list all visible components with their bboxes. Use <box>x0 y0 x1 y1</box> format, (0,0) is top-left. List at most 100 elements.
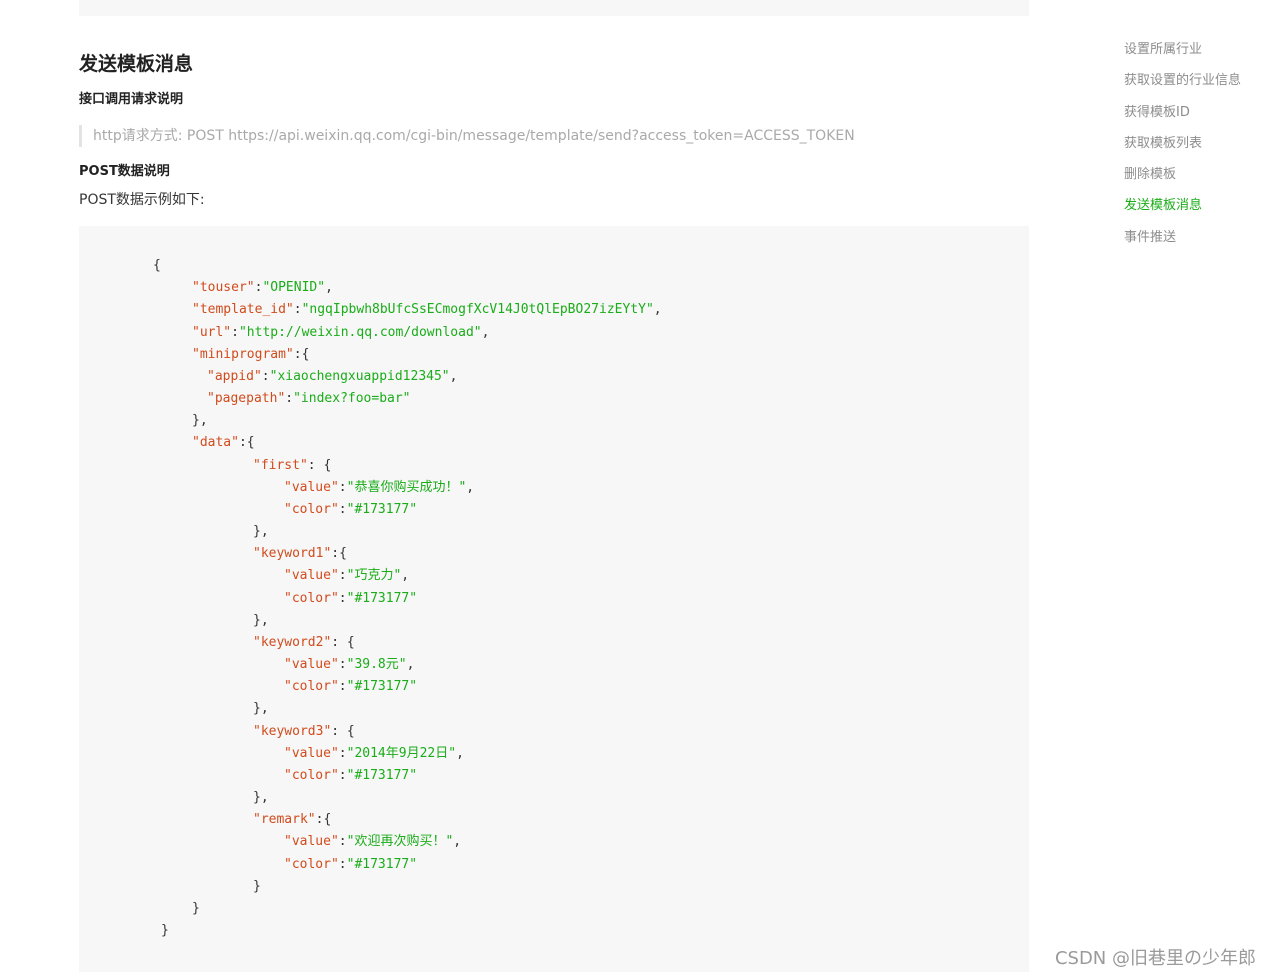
code-string: "恭喜你购买成功！" <box>346 479 467 495</box>
code-key: "touser" <box>192 280 255 296</box>
code-punctuation: }, <box>253 524 269 540</box>
code-line: "keyword3": { <box>253 721 355 743</box>
side-nav-item[interactable]: 删除模板 <box>1124 165 1264 185</box>
side-nav-item[interactable]: 发送模板消息 <box>1124 196 1264 216</box>
code-line: "value":"恭喜你购买成功！", <box>284 477 474 499</box>
code-key: "value" <box>284 568 339 584</box>
request-line: http请求方式: POST https://api.weixin.qq.com… <box>79 125 855 147</box>
code-punctuation: : { <box>307 457 332 473</box>
code-key: "miniprogram" <box>192 346 294 362</box>
code-punctuation: } <box>253 878 261 894</box>
code-key: "color" <box>284 679 339 695</box>
code-line: "value":"2014年9月22日", <box>284 743 464 765</box>
code-line: "template_id":"ngqIpbwh8bUfcSsECmogfXcV1… <box>192 299 662 321</box>
code-punctuation: :{ <box>293 346 310 362</box>
request-heading: 接口调用请求说明 <box>79 92 184 107</box>
code-sample-block: {"touser":"OPENID", "template_id":"ngqIpb… <box>79 226 1029 972</box>
code-punctuation: } <box>161 923 169 939</box>
code-punctuation: , <box>401 568 410 584</box>
code-punctuation: : <box>293 302 302 318</box>
code-line: "first": { <box>253 455 331 477</box>
code-line: "value":"巧克力", <box>284 565 409 587</box>
post-data-description: POST数据示例如下: <box>79 192 205 208</box>
code-punctuation: { <box>153 258 161 273</box>
code-key: "value" <box>284 745 339 761</box>
code-line: } <box>192 898 200 920</box>
code-string: "#173177" <box>346 767 418 783</box>
code-string: "#173177" <box>346 501 418 517</box>
code-string: "ngqIpbwh8bUfcSsECmogfXcV14J0tQlEpBO27iz… <box>301 302 654 318</box>
previous-code-block <box>79 0 1029 16</box>
code-line: "url":"http://weixin.qq.com/download", <box>192 322 489 344</box>
code-punctuation: : <box>338 590 347 606</box>
code-punctuation: , <box>653 302 662 318</box>
code-string: "巧克力" <box>346 568 402 584</box>
code-punctuation: : <box>338 568 347 584</box>
code-string: "OPENID" <box>262 280 326 296</box>
code-key: "color" <box>284 856 339 872</box>
code-punctuation: }, <box>253 790 269 806</box>
code-line: "miniprogram":{ <box>192 344 309 366</box>
code-punctuation: : <box>261 368 270 384</box>
code-line: "value":"欢迎再次购买！", <box>284 831 461 853</box>
code-line: "color":"#173177" <box>284 765 417 787</box>
code-punctuation: : <box>285 391 294 407</box>
side-nav-item[interactable]: 获得模板ID <box>1124 103 1264 123</box>
code-line: }, <box>253 698 269 720</box>
code-punctuation: :{ <box>315 812 332 828</box>
code-punctuation: , <box>481 324 490 340</box>
code-string: "xiaochengxuappid12345" <box>269 368 450 384</box>
code-key: "pagepath" <box>207 391 286 407</box>
code-punctuation: , <box>456 745 464 761</box>
code-punctuation: }, <box>253 612 269 628</box>
code-string: "欢迎再次购买！" <box>346 834 454 850</box>
code-line: "value":"39.8元", <box>284 654 414 676</box>
code-line: "data":{ <box>192 432 255 454</box>
code-punctuation: , <box>453 834 462 850</box>
code-punctuation: : <box>338 834 347 850</box>
code-key: "remark" <box>253 812 316 828</box>
code-key: "appid" <box>207 368 262 384</box>
code-punctuation: : <box>338 856 347 872</box>
code-string: "#173177" <box>346 856 418 872</box>
code-string: "2014年9月22日" <box>346 745 457 761</box>
code-line: "pagepath":"index?foo=bar" <box>207 388 411 410</box>
code-line: "keyword1":{ <box>253 543 347 565</box>
code-string: "#173177" <box>346 679 418 695</box>
code-key: "keyword3" <box>253 723 332 739</box>
code-punctuation: :{ <box>331 546 347 562</box>
code-punctuation: : <box>338 501 347 517</box>
code-line: }, <box>253 787 269 809</box>
code-key: "keyword2" <box>253 634 332 650</box>
csdn-watermark: CSDN @旧巷里の少年郎 <box>1054 948 1256 969</box>
code-string: "http://weixin.qq.com/download" <box>238 324 482 340</box>
code-string: "39.8元" <box>346 657 407 673</box>
side-nav-item[interactable]: 事件推送 <box>1124 228 1264 248</box>
code-line: } <box>253 876 261 898</box>
code-line: "keyword2": { <box>253 632 355 654</box>
code-punctuation: : <box>338 657 347 673</box>
code-punctuation: }, <box>192 413 208 429</box>
code-key: "template_id" <box>192 302 294 318</box>
code-punctuation: }, <box>253 701 269 717</box>
code-line: }, <box>253 610 269 632</box>
code-key: "keyword1" <box>253 546 332 562</box>
code-key: "color" <box>284 767 339 783</box>
code-punctuation: :{ <box>238 435 255 451</box>
code-line: "color":"#173177" <box>284 499 417 521</box>
side-nav-item[interactable]: 获取设置的行业信息 <box>1124 71 1264 91</box>
code-line: }, <box>192 410 208 432</box>
side-nav-item[interactable]: 获取模板列表 <box>1124 134 1264 154</box>
code-punctuation: , <box>449 368 458 384</box>
code-punctuation: : <box>338 679 347 695</box>
code-string: "#173177" <box>346 590 418 606</box>
code-punctuation: : <box>338 479 347 495</box>
page-title: 发送模板消息 <box>79 53 194 75</box>
side-nav-item[interactable]: 设置所属行业 <box>1124 40 1264 60</box>
code-punctuation: , <box>466 479 475 495</box>
code-string: "index?foo=bar" <box>293 391 411 407</box>
code-key: "value" <box>284 657 339 673</box>
code-line: "color":"#173177" <box>284 588 417 610</box>
post-data-heading: POST数据说明 <box>79 164 170 179</box>
code-punctuation: , <box>325 280 333 296</box>
